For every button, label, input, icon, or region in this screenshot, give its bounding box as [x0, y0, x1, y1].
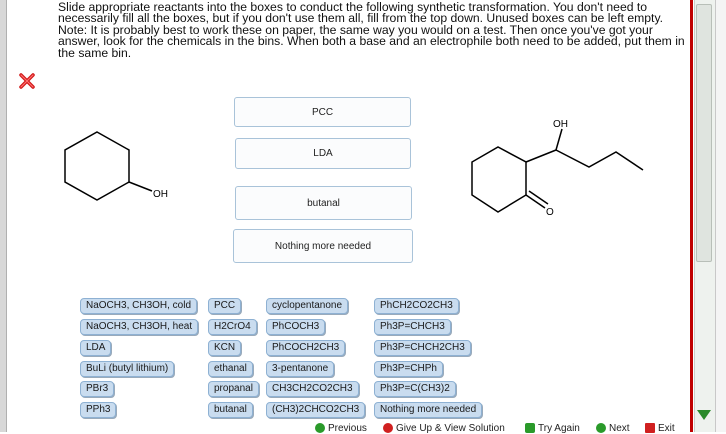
bin-butanal[interactable]: butanal [208, 402, 253, 418]
next-button[interactable]: Next [596, 423, 630, 434]
instructions-paragraph-2: Note: It is probably best to work these … [58, 22, 685, 60]
scroll-down-arrow-icon[interactable] [697, 410, 711, 420]
bin-pph3[interactable]: PPh3 [80, 402, 117, 418]
instructions-text: Slide appropriate reactants into the box… [58, 0, 686, 60]
window-left-frame [0, 0, 7, 432]
answer-box-1[interactable]: PCC [234, 97, 411, 127]
try-again-label: Try Again [538, 423, 580, 434]
bin-ph3p-chph[interactable]: Ph3P=CHPh [374, 361, 443, 377]
try-again-button[interactable]: Try Again [525, 423, 580, 434]
give-up-button[interactable]: Give Up & View Solution [383, 423, 505, 434]
bin-kcn[interactable]: KCN [208, 340, 242, 356]
window-right-frame [715, 0, 726, 432]
starting-material-structure: OH [64, 131, 168, 201]
exit-label: Exit [658, 423, 675, 434]
bin-lda[interactable]: LDA [80, 340, 112, 356]
answer-box-2[interactable]: LDA [235, 138, 411, 169]
starting-material-oh-label: OH [153, 189, 168, 200]
answer-box-4-content[interactable]: Nothing more needed [275, 241, 371, 252]
scrollbar-thumb[interactable] [696, 4, 712, 262]
bin-ph3p-chch2ch3[interactable]: Ph3P=CHCH2CH3 [374, 340, 471, 356]
bin-ph3p-c-ch3-2[interactable]: Ph3P=C(CH3)2 [374, 381, 456, 397]
bin-ch3-2chco2ch3[interactable]: (CH3)2CHCO2CH3 [266, 402, 366, 418]
bin-propanal[interactable]: propanal [208, 381, 259, 397]
bin-cyclopentanone[interactable]: cyclopentanone [266, 298, 349, 314]
answer-box-2-content[interactable]: LDA [313, 148, 332, 159]
bin-naoch3-cold[interactable]: NaOCH3, CH3OH, cold [80, 298, 198, 314]
product-carbonyl-o-label: O [546, 207, 554, 218]
bin-phch2co2ch3[interactable]: PhCH2CO2CH3 [374, 298, 459, 314]
answer-box-3[interactable]: butanal [235, 186, 412, 220]
previous-label: Previous [328, 423, 367, 434]
product-oh-label: OH [553, 119, 568, 130]
bottom-navigation: Previous Give Up & View Solution Try Aga… [305, 422, 690, 434]
bin-ch3ch2co2ch3[interactable]: CH3CH2CO2CH3 [266, 381, 359, 397]
bin-phcoch3[interactable]: PhCOCH3 [266, 319, 326, 335]
window-right-border [690, 0, 693, 432]
bin-ph3p-chch3[interactable]: Ph3P=CHCH3 [374, 319, 451, 335]
bin-h2cro4[interactable]: H2CrO4 [208, 319, 257, 335]
bin-ethanal[interactable]: ethanal [208, 361, 253, 377]
exit-button[interactable]: Exit [645, 423, 675, 434]
instructions-paragraph-1: Slide appropriate reactants into the box… [58, 0, 664, 26]
next-label: Next [609, 423, 630, 434]
answer-box-4[interactable]: Nothing more needed [233, 229, 413, 263]
product-structure: OH O [471, 119, 644, 218]
close-icon[interactable] [18, 72, 36, 90]
answer-box-3-content[interactable]: butanal [307, 198, 340, 209]
bin-phcoch2ch3[interactable]: PhCOCH2CH3 [266, 340, 346, 356]
give-up-label: Give Up & View Solution [396, 423, 505, 434]
bin-pbr3[interactable]: PBr3 [80, 381, 115, 397]
bin-3-pentanone[interactable]: 3-pentanone [266, 361, 335, 377]
bin-nothing-more-needed[interactable]: Nothing more needed [374, 402, 483, 418]
answer-box-1-content[interactable]: PCC [312, 107, 333, 118]
bin-buli[interactable]: BuLi (butyl lithium) [80, 361, 175, 377]
previous-button[interactable]: Previous [315, 423, 367, 434]
bin-naoch3-heat[interactable]: NaOCH3, CH3OH, heat [80, 319, 199, 335]
bin-pcc[interactable]: PCC [208, 298, 242, 314]
